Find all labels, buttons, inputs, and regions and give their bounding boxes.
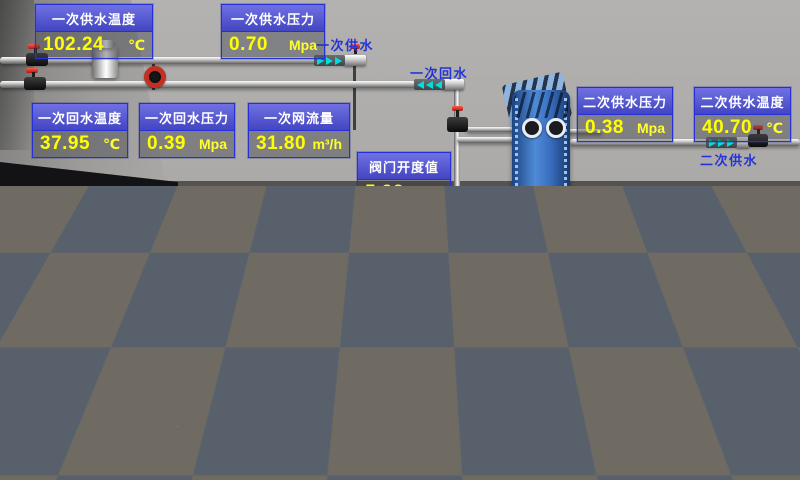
- readout-valve-opening: 阀门开度值 5.92%: [357, 152, 451, 207]
- readout-secondary-supply-temperature: 二次供水温度 40.70 ℃: [694, 87, 791, 142]
- readout-secondary-return-pressure: 二次回水压力 0.27 Mpa: [577, 242, 673, 297]
- tank-leg: [96, 412, 104, 438]
- readout-unit: Hz: [349, 410, 366, 426]
- pipe-riser: [380, 297, 384, 333]
- readout-value: 1.10: [40, 329, 79, 351]
- readout-value: 5.92: [365, 182, 404, 204]
- hx-port-icon: [522, 118, 542, 138]
- readout-unit: ℃: [766, 275, 783, 292]
- readout-title: 阀门开度值: [358, 153, 450, 180]
- circulation-pump-2[interactable]: [494, 200, 530, 287]
- pump-run-indicator: [247, 387, 255, 406]
- pump-run-indicator: [508, 211, 517, 232]
- pipe-drop-thin: [611, 335, 614, 387]
- readout-secondary-return-temperature: 二次回水温度 36.63 ℃: [694, 242, 791, 297]
- readout-title: 二次供水压力: [578, 88, 672, 115]
- pipe-label-makeup: 补水: [581, 400, 610, 419]
- readout-secondary-supply-pressure: 二次供水压力 0.38 Mpa: [577, 87, 673, 142]
- pipe-label-secondary-return: 二次回水: [714, 309, 772, 328]
- pipe-coupling: [344, 55, 366, 66]
- readout-primary-return-temperature: 一次回水温度 37.95 ℃: [32, 103, 128, 158]
- pipe-coupling: [582, 328, 602, 339]
- butterfly-valve[interactable]: [144, 66, 166, 88]
- readout-value: 0.27: [585, 272, 624, 294]
- readout-unit: Mpa: [289, 37, 317, 53]
- readout-primary-supply-temperature: 一次供水温度 102.24 ℃: [35, 4, 153, 59]
- readout-primary-network-flow: 一次网流量 31.80 m³/h: [248, 103, 350, 158]
- tank-leg: [126, 412, 134, 442]
- readout-value: 36.63: [702, 272, 752, 294]
- readout-value: 0.70: [229, 34, 268, 56]
- readout-title: 一次供水压力: [222, 5, 324, 32]
- readout-value: 33.88: [283, 407, 333, 429]
- hx-leg: [554, 218, 563, 232]
- readout-unit: Mpa: [637, 120, 665, 136]
- readout-value: 31.80: [256, 133, 306, 155]
- readout-primary-return-pressure: 一次回水压力 0.39 Mpa: [139, 103, 235, 158]
- tank-manhole-icon: [82, 356, 120, 394]
- butterfly-valve[interactable]: [544, 303, 564, 323]
- readout-unit: m³/h: [312, 136, 342, 152]
- readout-value: 102.24: [43, 34, 104, 56]
- tank-leg: [56, 412, 64, 438]
- hx-plates: [514, 92, 568, 118]
- readout-value: 0.38: [585, 117, 624, 139]
- pipe-label-secondary-supply: 二次供水: [700, 150, 758, 169]
- tank-manhole-icon: [22, 358, 60, 396]
- readout-title: 水箱液位高度: [33, 300, 137, 327]
- hx-port-icon: [546, 192, 566, 212]
- pump-run-indicator: [438, 211, 447, 232]
- readout-unit: m³: [113, 332, 130, 348]
- flow-arrows-right-icon: [572, 385, 603, 396]
- corner-shadow: [0, 0, 34, 150]
- readout-makeup-pump-frequency: 补水泵频率 33.88 Hz: [275, 377, 374, 432]
- readout-unit: ℃: [103, 136, 120, 153]
- makeup-pump-2[interactable]: [234, 376, 267, 457]
- readout-unit: Mpa: [637, 275, 665, 291]
- readout-title: 二次回水压力: [578, 243, 672, 270]
- readout-unit: ℃: [128, 37, 145, 54]
- readout-title: 一次供水温度: [36, 5, 152, 32]
- hmi-scene: 一次供水温度 102.24 ℃ 一次供水压力 0.70 Mpa 一次回水温度 37.…: [0, 0, 800, 480]
- pump-run-indicator: [254, 331, 261, 348]
- tank-leg: [16, 412, 24, 444]
- readout-tank-level: 水箱液位高度 1.10 m³: [32, 299, 138, 354]
- readout-title: 一次网流量: [249, 104, 349, 131]
- readout-primary-supply-pressure: 一次供水压力 0.70 Mpa: [221, 4, 325, 59]
- pipe-primary-return: [0, 81, 462, 88]
- readout-title: 补水泵频率: [276, 378, 373, 405]
- hx-port-icon: [546, 118, 566, 138]
- readout-value: 37.95: [40, 133, 90, 155]
- pipe-drop-thin: [353, 64, 356, 130]
- readout-unit: Mpa: [199, 136, 227, 152]
- readout-value: 0.39: [147, 133, 186, 155]
- circulation-pump-1[interactable]: [424, 200, 460, 287]
- tank-seam: [70, 346, 73, 412]
- readout-title: 一次回水温度: [33, 104, 127, 131]
- readout-title: 二次供水温度: [695, 88, 790, 115]
- readout-unit: ℃: [766, 120, 783, 137]
- pipe-coupling: [600, 384, 624, 396]
- pipe-label-primary-return: 一次回水: [410, 63, 468, 82]
- readout-title: 二次回水温度: [695, 243, 790, 270]
- readout-unit: %: [431, 185, 443, 201]
- flow-arrows-left-icon: [518, 328, 549, 339]
- readout-title: 一次回水压力: [140, 104, 234, 131]
- readout-value: 40.70: [702, 117, 752, 139]
